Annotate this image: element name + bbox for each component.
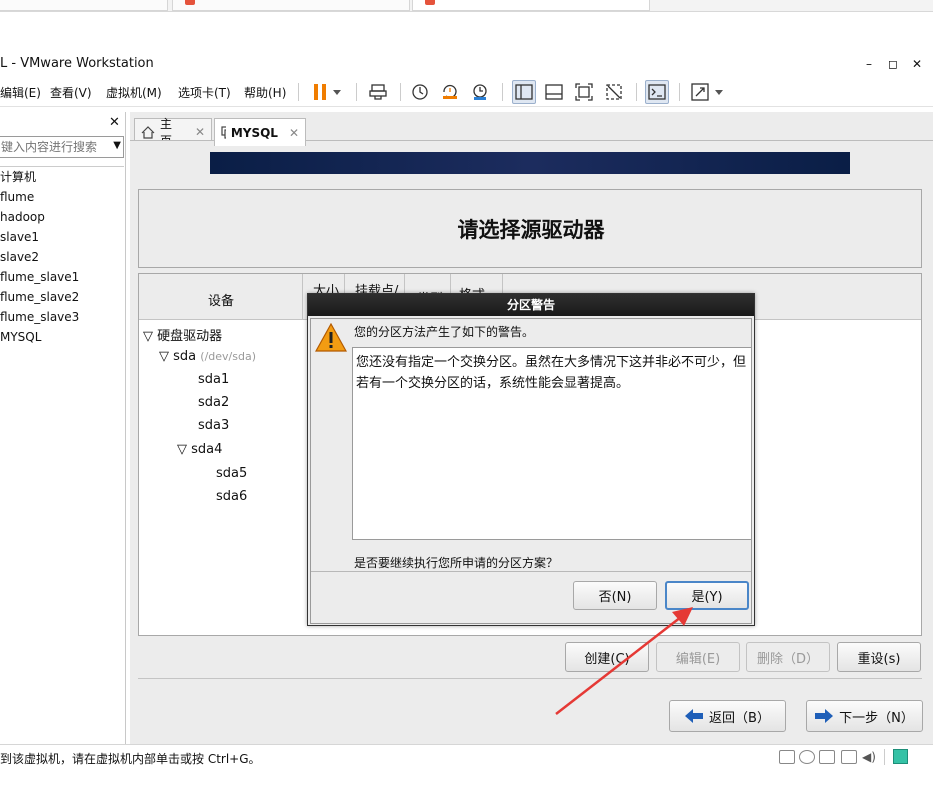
- next-button[interactable]: 下一步（N）: [806, 700, 923, 732]
- toolbar-divider: [298, 83, 299, 101]
- network-adapter-icon[interactable]: [819, 750, 835, 764]
- library-search-input[interactable]: [0, 137, 107, 157]
- expander-icon[interactable]: ▽: [143, 329, 157, 344]
- revert-snapshot-icon[interactable]: [438, 80, 462, 104]
- dialog-question: 是否要继续执行您所申请的分区方案？: [354, 556, 559, 570]
- tab-mysql-label: MYSQL: [230, 125, 278, 140]
- library-item[interactable]: flume_slave2: [0, 287, 124, 307]
- library-sidebar: ✕ ▼ 计算机 flume hadoop slave1 slave2 flume…: [0, 112, 126, 744]
- window-titlebar: L - VMware Workstation – ◻ ✕: [0, 53, 933, 75]
- library-item[interactable]: flume_slave1: [0, 267, 124, 287]
- message-log-icon[interactable]: [893, 749, 908, 764]
- cd-dvd-icon[interactable]: [799, 750, 815, 764]
- library-item[interactable]: flume_slave3: [0, 307, 124, 327]
- toolbar-divider: [356, 83, 357, 101]
- toolbar-divider: [636, 83, 637, 101]
- chevron-down-icon[interactable]: ▼: [113, 140, 121, 151]
- toolbar-divider: [502, 83, 503, 101]
- console-view-icon[interactable]: [645, 80, 669, 104]
- maximize-icon[interactable]: ◻: [885, 56, 901, 72]
- tree-row-partition[interactable]: sda3: [198, 418, 229, 433]
- minimize-icon[interactable]: –: [861, 56, 877, 72]
- menubar: 编辑(E) 查看(V) 虚拟机(M) 选项卡(T) 帮助(H): [0, 77, 933, 107]
- browser-tab-active[interactable]: [412, 0, 650, 11]
- tree-row-partition[interactable]: sda2: [198, 395, 229, 410]
- library-item-mysql[interactable]: MYSQL: [0, 327, 124, 347]
- tree-row-sda[interactable]: ▽ sda (/dev/sda): [159, 349, 256, 364]
- menu-view[interactable]: 查看(V): [50, 84, 92, 101]
- toolbar-divider: [679, 83, 680, 101]
- expander-icon[interactable]: ▽: [177, 442, 191, 457]
- divider: [311, 571, 751, 572]
- show-library-icon[interactable]: [512, 80, 536, 104]
- tab-mysql[interactable]: MYSQL ✕: [214, 118, 306, 146]
- tree-row-partition[interactable]: sda1: [198, 372, 229, 387]
- sound-icon[interactable]: ◀): [862, 750, 876, 764]
- chevron-down-icon[interactable]: [330, 80, 344, 104]
- dialog-body: 您的分区方法产生了如下的警告。 您还没有指定一个交换分区。虽然在大多情况下这并非…: [310, 318, 752, 624]
- library-item[interactable]: slave2: [0, 247, 124, 267]
- divider: [138, 678, 922, 679]
- status-bar: 到该虚拟机，请在虚拟机内部单击或按 Ctrl+G。 ◀): [0, 744, 933, 770]
- browser-tab[interactable]: [172, 0, 410, 11]
- tab-favicon-icon: [185, 0, 195, 5]
- close-tab-icon[interactable]: ✕: [195, 125, 205, 139]
- menu-edit[interactable]: 编辑(E): [0, 84, 41, 101]
- hard-disk-icon[interactable]: [779, 750, 795, 764]
- installer-header: 请选择源驱动器: [138, 189, 922, 268]
- stretch-guest-icon[interactable]: [688, 80, 712, 104]
- tree-row-sda4[interactable]: ▽ sda4: [177, 442, 222, 457]
- send-keys-icon[interactable]: [366, 80, 390, 104]
- chevron-down-icon[interactable]: [712, 80, 726, 104]
- arrow-right-icon: [815, 709, 834, 723]
- status-text: 到该虚拟机，请在虚拟机内部单击或按 Ctrl+G。: [0, 752, 261, 766]
- library-item[interactable]: flume: [0, 187, 124, 207]
- annotation-arrow-icon: [555, 607, 693, 715]
- browser-tab-strip: [0, 0, 933, 12]
- unity-icon[interactable]: [602, 80, 626, 104]
- library-item[interactable]: 计算机: [0, 167, 124, 187]
- tree-row-disks[interactable]: ▽ 硬盘驱动器: [143, 325, 222, 344]
- library-item[interactable]: hadoop: [0, 207, 124, 227]
- library-search[interactable]: ▼: [0, 136, 124, 158]
- expander-icon[interactable]: ▽: [159, 349, 173, 364]
- menu-vm[interactable]: 虚拟机(M): [106, 84, 162, 101]
- snapshot-manager-icon[interactable]: [468, 80, 492, 104]
- tree-row-partition[interactable]: sda6: [216, 489, 247, 504]
- full-screen-icon[interactable]: [572, 80, 596, 104]
- reset-button[interactable]: 重设(s): [837, 642, 921, 672]
- tree-row-partition[interactable]: sda5: [216, 466, 247, 481]
- thumbnail-bar-icon[interactable]: [542, 80, 566, 104]
- installer-banner: [210, 152, 850, 174]
- browser-tab[interactable]: [0, 0, 168, 11]
- partition-warning-dialog: 分区警告 您的分区方法产生了如下的警告。 您还没有指定一个交换分区。虽然在大多情…: [307, 293, 755, 626]
- library-list: 计算机 flume hadoop slave1 slave2 flume_sla…: [0, 166, 124, 347]
- delete-button[interactable]: 删除（D）: [746, 642, 830, 672]
- menu-tabs[interactable]: 选项卡(T): [178, 84, 231, 101]
- toolbar-divider: [400, 83, 401, 101]
- printer-icon[interactable]: [841, 750, 857, 764]
- home-icon: [141, 125, 155, 139]
- divider: [884, 749, 885, 765]
- tab-favicon-icon: [425, 0, 435, 5]
- snapshot-icon[interactable]: [408, 80, 432, 104]
- menu-help[interactable]: 帮助(H): [244, 84, 286, 101]
- warning-text[interactable]: 您还没有指定一个交换分区。虽然在大多情况下这并非必不可少，但若有一个交换分区的话…: [352, 347, 752, 540]
- close-icon[interactable]: ✕: [909, 56, 925, 72]
- dialog-title: 分区警告: [308, 294, 754, 316]
- library-item[interactable]: slave1: [0, 227, 124, 247]
- dialog-header: 您的分区方法产生了如下的警告。: [354, 325, 535, 339]
- window-title: L - VMware Workstation: [0, 56, 154, 71]
- column-device[interactable]: 设备: [139, 274, 303, 320]
- close-tab-icon[interactable]: ✕: [289, 126, 299, 140]
- vm-icon: [221, 126, 226, 139]
- warning-icon: [315, 323, 347, 352]
- pause-icon[interactable]: [308, 80, 332, 104]
- close-library-icon[interactable]: ✕: [109, 115, 120, 130]
- page-title: 请选择源驱动器: [457, 218, 605, 242]
